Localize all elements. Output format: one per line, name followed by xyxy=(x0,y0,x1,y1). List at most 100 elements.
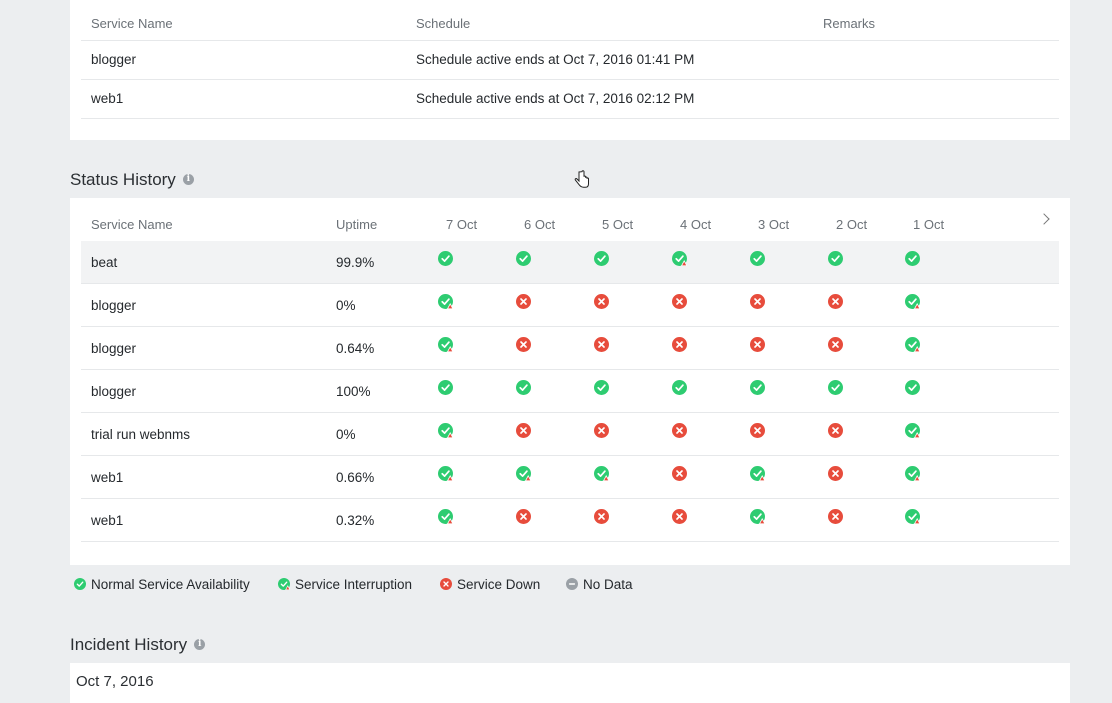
down-status-icon[interactable] xyxy=(516,509,531,524)
service-name[interactable]: trial run webnms xyxy=(91,427,190,442)
normal-status-icon[interactable] xyxy=(438,251,453,266)
uptime-value: 0% xyxy=(336,427,356,442)
service-name[interactable]: blogger xyxy=(91,341,136,356)
legend-down-label: Service Down xyxy=(457,577,541,592)
down-status-icon[interactable] xyxy=(516,337,531,352)
history-col-day: 7 Oct xyxy=(446,217,478,232)
down-status-icon[interactable] xyxy=(828,423,843,438)
table-row[interactable]: trial run webnms 0% xyxy=(81,413,1059,456)
info-icon[interactable]: i xyxy=(194,639,206,651)
legend-interruption-label: Service Interruption xyxy=(295,577,413,592)
schedule-col-service: Service Name xyxy=(91,16,173,31)
down-status-icon[interactable] xyxy=(672,423,687,438)
schedule-service-name: web1 xyxy=(91,91,124,106)
service-name[interactable]: blogger xyxy=(91,298,136,313)
interruption-status-icon[interactable] xyxy=(672,251,687,266)
interruption-status-icon[interactable] xyxy=(594,466,609,481)
history-col-day: 2 Oct xyxy=(836,217,868,232)
interruption-status-icon[interactable] xyxy=(905,337,920,352)
schedule-header-row: Service Name Schedule Remarks xyxy=(81,0,1059,41)
service-name[interactable]: blogger xyxy=(91,384,136,399)
schedule-col-remarks: Remarks xyxy=(823,16,876,31)
interruption-status-icon[interactable] xyxy=(438,509,453,524)
interruption-status-icon[interactable] xyxy=(516,466,531,481)
interruption-status-icon[interactable] xyxy=(750,509,765,524)
history-col-day: 1 Oct xyxy=(913,217,945,232)
schedule-service-name: blogger xyxy=(91,52,137,67)
table-row: web1 Schedule active ends at Oct 7, 2016… xyxy=(81,79,1059,119)
down-status-icon[interactable] xyxy=(672,294,687,309)
down-status-icon[interactable] xyxy=(672,466,687,481)
interruption-status-icon[interactable] xyxy=(438,423,453,438)
down-status-icon[interactable] xyxy=(750,337,765,352)
down-status-icon[interactable] xyxy=(594,294,609,309)
normal-status-icon[interactable] xyxy=(828,380,843,395)
down-status-icon xyxy=(440,578,452,591)
down-status-icon[interactable] xyxy=(828,466,843,481)
down-status-icon[interactable] xyxy=(828,294,843,309)
info-icon[interactable]: i xyxy=(182,174,194,186)
normal-status-icon[interactable] xyxy=(905,380,920,395)
normal-status-icon[interactable] xyxy=(750,380,765,395)
table-row: blogger Schedule active ends at Oct 7, 2… xyxy=(81,40,1059,80)
interruption-status-icon[interactable] xyxy=(905,509,920,524)
status-history-card: Service Name Uptime 7 Oct 6 Oct 5 Oct 4 Oct… xyxy=(70,198,1070,565)
normal-status-icon xyxy=(74,578,86,591)
interruption-status-icon xyxy=(278,578,290,591)
hand-cursor-icon xyxy=(574,170,589,188)
table-row[interactable]: blogger 100% xyxy=(81,370,1059,413)
history-col-day: 6 Oct xyxy=(524,217,556,232)
interruption-status-icon[interactable] xyxy=(905,466,920,481)
history-col-uptime: Uptime xyxy=(336,217,378,232)
table-row[interactable]: blogger 0% xyxy=(81,284,1059,327)
schedule-card: Service Name Schedule Remarks blogger Sc… xyxy=(70,0,1070,140)
down-status-icon[interactable] xyxy=(516,423,531,438)
table-row[interactable]: blogger 0.64% xyxy=(81,327,1059,370)
normal-status-icon[interactable] xyxy=(828,251,843,266)
table-row[interactable]: web1 0.32% xyxy=(81,499,1059,542)
uptime-value: 0.66% xyxy=(336,470,375,485)
down-status-icon[interactable] xyxy=(828,509,843,524)
interruption-status-icon[interactable] xyxy=(438,294,453,309)
down-status-icon[interactable] xyxy=(594,509,609,524)
normal-status-icon[interactable] xyxy=(594,251,609,266)
down-status-icon[interactable] xyxy=(750,294,765,309)
normal-status-icon[interactable] xyxy=(516,380,531,395)
status-history-title: Status History i xyxy=(70,170,194,190)
normal-status-icon[interactable] xyxy=(905,251,920,266)
interruption-status-icon[interactable] xyxy=(438,337,453,352)
service-name[interactable]: web1 xyxy=(91,513,123,528)
schedule-col-schedule: Schedule xyxy=(416,16,471,31)
service-name[interactable]: web1 xyxy=(91,470,123,485)
service-name[interactable]: beat xyxy=(91,255,117,270)
interruption-status-icon[interactable] xyxy=(905,423,920,438)
interruption-status-icon[interactable] xyxy=(750,466,765,481)
history-col-service: Service Name xyxy=(91,217,173,232)
interruption-status-icon[interactable] xyxy=(438,466,453,481)
uptime-value: 0.32% xyxy=(336,513,375,528)
incident-history-title-text: Incident History xyxy=(70,635,188,654)
normal-status-icon[interactable] xyxy=(594,380,609,395)
down-status-icon[interactable] xyxy=(516,294,531,309)
down-status-icon[interactable] xyxy=(594,423,609,438)
normal-status-icon[interactable] xyxy=(516,251,531,266)
legend-normal-label: Normal Service Availability xyxy=(91,577,250,592)
status-history-header-row: Service Name Uptime 7 Oct 6 Oct 5 Oct 4 Oct… xyxy=(81,198,1059,241)
normal-status-icon[interactable] xyxy=(672,380,687,395)
table-row[interactable]: beat 99.9% xyxy=(81,241,1059,284)
interruption-status-icon[interactable] xyxy=(905,294,920,309)
status-history-title-text: Status History xyxy=(70,170,176,189)
down-status-icon[interactable] xyxy=(672,337,687,352)
uptime-value: 99.9% xyxy=(336,255,375,270)
uptime-value: 100% xyxy=(336,384,371,399)
legend-nodata-label: No Data xyxy=(583,577,633,592)
legend-interruption: Service Interruption xyxy=(278,577,412,592)
down-status-icon[interactable] xyxy=(672,509,687,524)
down-status-icon[interactable] xyxy=(750,423,765,438)
down-status-icon[interactable] xyxy=(594,337,609,352)
normal-status-icon[interactable] xyxy=(750,251,765,266)
legend-down: Service Down xyxy=(440,577,540,592)
table-row[interactable]: web1 0.66% xyxy=(81,456,1059,499)
down-status-icon[interactable] xyxy=(828,337,843,352)
normal-status-icon[interactable] xyxy=(438,380,453,395)
